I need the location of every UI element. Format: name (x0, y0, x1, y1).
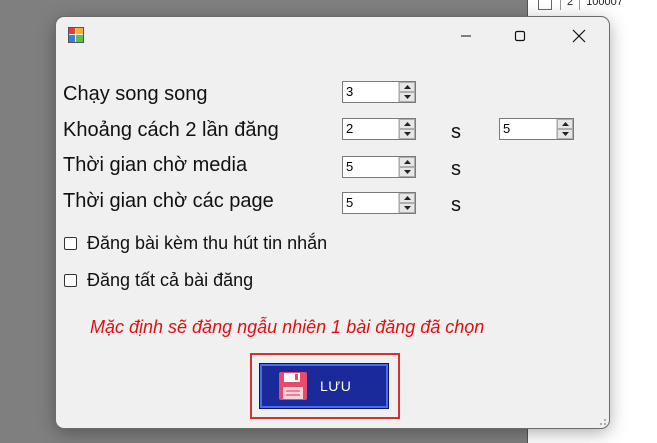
post-interval-max-stepper[interactable]: 5 (499, 118, 574, 140)
attract-messages-option[interactable]: Đăng bài kèm thu hút tin nhắn (64, 232, 327, 254)
post-interval-min-value[interactable]: 2 (343, 119, 398, 139)
media-wait-up-button[interactable] (399, 157, 415, 167)
post-interval-min-up-button[interactable] (399, 119, 415, 129)
default-note: Mặc định sẽ đăng ngẫu nhiên 1 bài đăng đ… (90, 317, 485, 337)
page-wait-value[interactable]: 5 (343, 193, 398, 213)
media-wait-value[interactable]: 5 (343, 157, 398, 177)
close-button[interactable] (559, 22, 599, 50)
arrow-up-icon (403, 85, 411, 89)
close-icon (572, 29, 586, 43)
arrow-down-icon (403, 95, 411, 99)
background-row-value: 100007 (579, 0, 629, 10)
parallel-value[interactable]: 3 (343, 82, 398, 102)
arrow-down-icon (403, 206, 411, 210)
parallel-down-button[interactable] (399, 92, 415, 102)
settings-dialog: Chạy song song 3 Khoảng cách 2 lần đăng … (56, 17, 609, 428)
save-button-label: LƯU (320, 378, 352, 394)
page-wait-up-button[interactable] (399, 193, 415, 203)
page-wait-label: Thời gian chờ các page (63, 190, 274, 212)
title-bar[interactable] (56, 17, 609, 57)
arrow-up-icon (403, 122, 411, 126)
post-interval-unit: s (451, 121, 461, 143)
app-icon (68, 27, 84, 43)
floppy-disk-icon (279, 372, 307, 400)
post-interval-max-value[interactable]: 5 (500, 119, 556, 139)
arrow-up-icon (403, 160, 411, 164)
background-row-number: 2 (560, 0, 579, 10)
background-table-row: 2 100007 (538, 0, 657, 10)
arrow-down-icon (561, 132, 569, 136)
post-all-label[interactable]: Đăng tất cả bài đăng (87, 270, 253, 291)
media-wait-down-button[interactable] (399, 167, 415, 177)
post-all-checkbox[interactable] (64, 273, 77, 287)
parallel-up-button[interactable] (399, 82, 415, 92)
media-wait-stepper[interactable]: 5 (342, 156, 416, 178)
attract-messages-checkbox[interactable] (64, 236, 77, 250)
post-interval-max-down-button[interactable] (557, 129, 573, 139)
maximize-icon (514, 30, 526, 42)
arrow-down-icon (403, 170, 411, 174)
page-wait-stepper[interactable]: 5 (342, 192, 416, 214)
background-row-checkbox[interactable] (538, 0, 552, 10)
minimize-button[interactable] (446, 22, 486, 50)
attract-messages-label[interactable]: Đăng bài kèm thu hút tin nhắn (87, 233, 327, 254)
post-interval-min-down-button[interactable] (399, 129, 415, 139)
save-button[interactable]: LƯU (259, 363, 389, 409)
post-interval-label: Khoảng cách 2 lần đăng (63, 119, 279, 141)
media-wait-label: Thời gian chờ media (63, 154, 248, 176)
minimize-icon (461, 35, 471, 37)
arrow-up-icon (561, 122, 569, 126)
page-wait-down-button[interactable] (399, 203, 415, 213)
resize-grip-icon[interactable] (597, 416, 607, 426)
post-interval-min-stepper[interactable]: 2 (342, 118, 416, 140)
post-interval-max-up-button[interactable] (557, 119, 573, 129)
media-wait-unit: s (451, 158, 461, 180)
post-all-option[interactable]: Đăng tất cả bài đăng (64, 269, 253, 291)
maximize-button[interactable] (500, 22, 540, 50)
arrow-down-icon (403, 132, 411, 136)
page-wait-unit: s (451, 194, 461, 216)
arrow-up-icon (403, 196, 411, 200)
parallel-stepper[interactable]: 3 (342, 81, 416, 103)
parallel-label: Chạy song song (63, 83, 208, 105)
